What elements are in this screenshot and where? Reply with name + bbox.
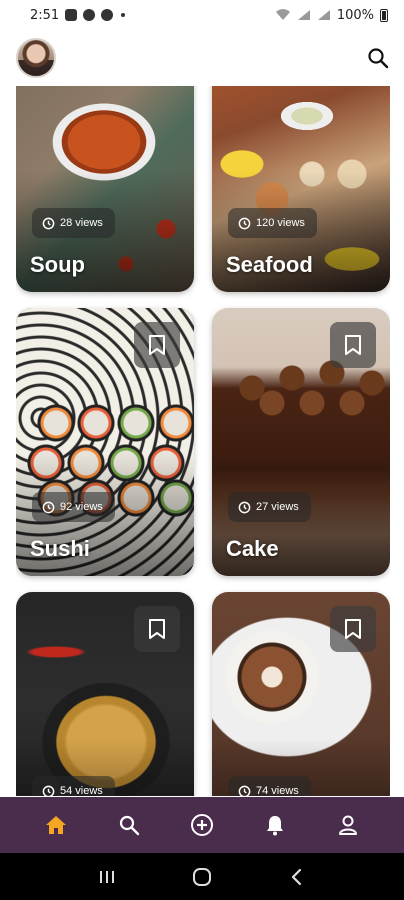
nav-search[interactable] <box>109 805 149 845</box>
card-coffee[interactable]: 74 views <box>212 592 390 796</box>
bookmark-icon <box>345 335 361 355</box>
bookmark-button[interactable] <box>330 322 376 368</box>
bookmark-button[interactable] <box>134 606 180 652</box>
system-nav <box>0 853 404 900</box>
battery-icon <box>380 8 388 22</box>
views-count: 92 views <box>60 501 103 513</box>
bookmark-icon <box>149 335 165 355</box>
nav-profile[interactable] <box>328 805 368 845</box>
views-badge: 28 views <box>32 208 115 238</box>
views-badge: 74 views <box>228 776 311 796</box>
nav-home[interactable] <box>36 805 76 845</box>
home-icon <box>46 816 67 834</box>
views-count: 27 views <box>256 501 299 513</box>
wifi-icon <box>275 9 290 20</box>
clock-icon <box>238 217 251 229</box>
nav-notifications[interactable] <box>255 805 295 845</box>
search-button[interactable] <box>366 46 390 70</box>
card-soup[interactable]: 28 views Soup <box>16 86 194 292</box>
card-noodles[interactable]: 54 views <box>16 592 194 796</box>
clock-icon <box>42 217 55 229</box>
search-icon <box>120 815 140 836</box>
recent-apps-icon <box>100 870 115 883</box>
card-seafood[interactable]: 120 views Seafood <box>212 86 390 292</box>
system-home-button[interactable] <box>182 857 222 897</box>
clock-icon <box>238 785 251 796</box>
views-count: 54 views <box>60 785 103 796</box>
bookmark-icon <box>149 619 165 639</box>
battery-percent: 100% <box>336 7 374 23</box>
card-title: Sushi <box>30 536 90 561</box>
add-circle-icon <box>190 814 213 836</box>
card-sushi[interactable]: 92 views Sushi <box>16 308 194 576</box>
signal-icon <box>297 10 310 20</box>
status-bar: 2:51 100% <box>0 0 404 30</box>
gallery-icon <box>65 9 78 21</box>
status-left: 2:51 <box>30 7 126 23</box>
views-badge: 27 views <box>228 492 311 522</box>
back-icon <box>291 868 301 885</box>
views-badge: 54 views <box>32 776 115 796</box>
clock-icon <box>238 501 251 513</box>
notification-icon-2 <box>101 9 114 21</box>
bell-icon <box>266 816 283 836</box>
search-icon <box>368 48 389 69</box>
app-header <box>0 36 404 82</box>
views-badge: 120 views <box>228 208 317 238</box>
views-count: 28 views <box>60 217 103 229</box>
user-icon <box>338 815 357 835</box>
card-title: Cake <box>226 536 279 561</box>
views-count: 74 views <box>256 785 299 796</box>
card-title: Seafood <box>226 252 313 277</box>
avatar[interactable] <box>16 38 56 78</box>
recipe-grid: 28 views Soup 120 views Seafood 92 views… <box>16 86 390 796</box>
more-notifications-dot <box>121 13 126 17</box>
status-right: 100% <box>275 8 388 23</box>
back-button[interactable] <box>277 857 317 897</box>
card-title: Soup <box>30 252 85 277</box>
bookmark-button[interactable] <box>330 606 376 652</box>
notification-icon <box>83 9 96 21</box>
clock-icon <box>42 501 55 513</box>
bottom-nav <box>0 797 404 853</box>
home-circle-icon <box>192 867 211 886</box>
views-badge: 92 views <box>32 492 115 522</box>
views-count: 120 views <box>256 217 305 229</box>
clock-icon <box>42 785 55 796</box>
card-cake[interactable]: 27 views Cake <box>212 308 390 576</box>
status-time: 2:51 <box>30 7 60 23</box>
bookmark-icon <box>345 619 361 639</box>
bookmark-button[interactable] <box>134 322 180 368</box>
signal-icon-2 <box>317 10 330 20</box>
nav-add[interactable] <box>182 805 222 845</box>
recent-apps-button[interactable] <box>87 857 127 897</box>
